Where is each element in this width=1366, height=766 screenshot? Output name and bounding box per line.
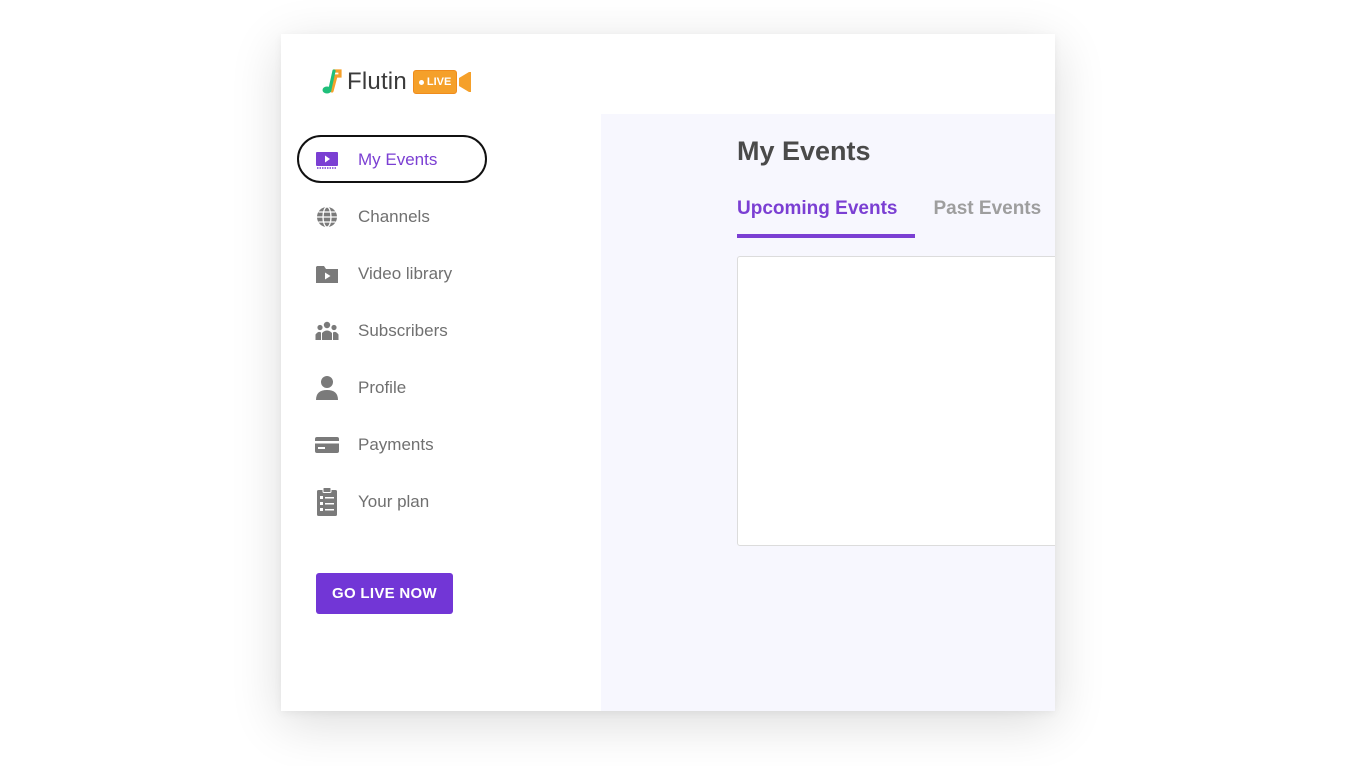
sidebar-item-video-library[interactable]: Video library xyxy=(315,259,452,289)
sidebar-item-label: Your plan xyxy=(358,492,430,511)
sidebar-item-profile[interactable]: Profile xyxy=(315,373,406,403)
music-note-icon xyxy=(322,69,342,94)
sidebar-item-payments[interactable]: Payments xyxy=(315,430,434,460)
live-dot-icon xyxy=(418,79,424,85)
sidebar-item-label: Profile xyxy=(358,378,407,397)
tab-upcoming-events[interactable]: Upcoming Events xyxy=(737,198,916,238)
camera-icon xyxy=(459,72,472,92)
live-badge-label: LIVE xyxy=(426,76,452,88)
sidebar-item-subscribers[interactable]: Subscribers xyxy=(315,316,448,346)
credit-card-icon xyxy=(315,433,339,457)
video-folder-icon xyxy=(315,262,339,286)
app-window: Flutin LIVE My Events Channels Video lib… xyxy=(281,34,1055,711)
sidebar-item-my-events[interactable]: My Events xyxy=(315,145,437,175)
go-live-now-button[interactable]: GO LIVE NOW xyxy=(316,573,453,614)
sidebar: My Events Channels Video library Subscri… xyxy=(281,114,601,711)
users-group-icon xyxy=(315,319,339,343)
events-tabs: Upcoming Events Past Events xyxy=(737,198,1041,238)
sidebar-item-label: Video library xyxy=(358,264,453,283)
sidebar-item-your-plan[interactable]: Your plan xyxy=(315,487,429,517)
tab-past-events[interactable]: Past Events xyxy=(933,198,1041,238)
app-name: Flutin xyxy=(347,68,407,95)
live-badge: LIVE xyxy=(412,70,458,94)
user-icon xyxy=(315,376,339,400)
sidebar-item-label: Payments xyxy=(358,435,434,454)
globe-icon xyxy=(315,205,339,229)
main-content: My Events Upcoming Events Past Events xyxy=(601,114,1055,711)
app-logo[interactable]: Flutin LIVE xyxy=(321,68,473,96)
sidebar-item-channels[interactable]: Channels xyxy=(315,202,430,232)
page-title: My Events xyxy=(737,136,871,166)
top-bar: Flutin LIVE xyxy=(281,34,1055,114)
clipboard-list-icon xyxy=(315,487,339,516)
sidebar-item-label: Subscribers xyxy=(358,321,448,340)
sidebar-item-label: Channels xyxy=(358,207,430,226)
video-presentation-icon xyxy=(315,148,339,172)
events-list-panel xyxy=(737,256,1055,546)
sidebar-item-label: My Events xyxy=(358,150,438,169)
